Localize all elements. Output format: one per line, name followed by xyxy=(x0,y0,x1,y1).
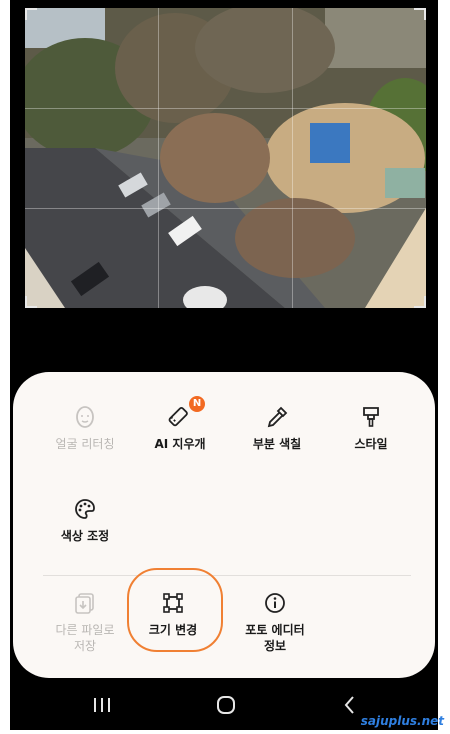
tool-ai-eraser[interactable]: N AI 지우개 xyxy=(130,396,230,452)
tool-partial-color[interactable]: 부분 색칠 xyxy=(227,404,327,452)
phone-screen: 얼굴 리터칭 N AI 지우개 부분 색칠 스타일 색상 조정 다른 파일로 저… xyxy=(10,0,438,730)
tool-label: 스타일 xyxy=(354,437,388,451)
tool-color-adjust[interactable]: 색상 조정 xyxy=(35,496,135,544)
palette-icon xyxy=(72,496,98,522)
brush-icon xyxy=(358,404,384,430)
tool-resize[interactable]: 크기 변경 xyxy=(123,590,223,638)
tool-label: 색상 조정 xyxy=(60,529,110,543)
tool-label: AI 지우개 xyxy=(154,437,206,451)
crop-handle-top-left[interactable] xyxy=(25,8,37,20)
divider xyxy=(43,575,411,576)
tool-photo-editor-info[interactable]: 포토 에디터 정보 xyxy=(225,590,325,654)
tool-label: 포토 에디터 정보 xyxy=(245,623,305,653)
home-icon xyxy=(217,696,235,714)
park-photo xyxy=(25,8,426,308)
tool-style[interactable]: 스타일 xyxy=(321,404,421,452)
tool-label: 부분 색칠 xyxy=(252,437,302,451)
tool-face-retouch[interactable]: 얼굴 리터칭 xyxy=(35,404,135,452)
editor-tools-panel: 얼굴 리터칭 N AI 지우개 부분 색칠 스타일 색상 조정 다른 파일로 저… xyxy=(13,372,435,678)
save-file-icon xyxy=(72,590,98,616)
resize-icon xyxy=(160,590,186,616)
tool-save-as-file[interactable]: 다른 파일로 저장 xyxy=(35,590,135,654)
recent-apps-button[interactable] xyxy=(82,692,122,718)
tool-label: 다른 파일로 저장 xyxy=(55,623,115,653)
tool-label: 얼굴 리터칭 xyxy=(55,437,115,451)
home-button[interactable] xyxy=(206,692,246,718)
crop-handle-bottom-left[interactable] xyxy=(25,296,37,308)
recent-apps-icon xyxy=(94,698,110,712)
tool-label: 크기 변경 xyxy=(148,623,198,637)
face-icon xyxy=(72,404,98,430)
new-badge: N xyxy=(189,396,205,412)
photo-preview[interactable] xyxy=(25,8,426,308)
dropper-icon xyxy=(264,404,290,430)
eraser-icon: N xyxy=(167,396,205,430)
watermark: sajuplus.net xyxy=(360,714,444,728)
crop-handle-bottom-right[interactable] xyxy=(414,296,426,308)
crop-handle-top-right[interactable] xyxy=(414,8,426,20)
info-icon xyxy=(262,590,288,616)
